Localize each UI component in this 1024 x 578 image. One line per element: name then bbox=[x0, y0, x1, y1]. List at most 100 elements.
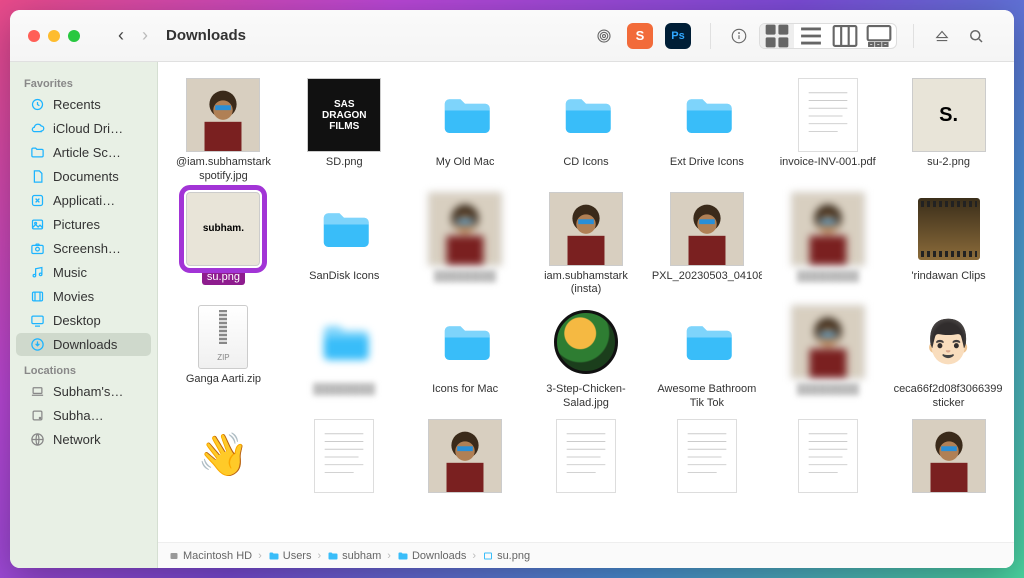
document-icon bbox=[314, 419, 374, 493]
fullscreen-window-button[interactable] bbox=[68, 30, 80, 42]
file-item[interactable]: Icons for Mac bbox=[406, 303, 525, 413]
document-icon bbox=[798, 78, 858, 152]
file-item[interactable] bbox=[647, 417, 766, 499]
path-label: Downloads bbox=[412, 550, 466, 562]
sidebar-item-applicati[interactable]: Applicati… bbox=[16, 189, 151, 212]
forward-button[interactable]: › bbox=[142, 25, 148, 46]
file-item[interactable]: invoice-INV-001.pdf bbox=[768, 76, 887, 186]
sidebar-item-subha[interactable]: Subha… bbox=[16, 404, 151, 427]
sidebar-item-network[interactable]: Network bbox=[16, 428, 151, 451]
path-label: Macintosh HD bbox=[183, 550, 252, 562]
file-name: ceca66f2d08f3066399…-sticker bbox=[894, 383, 1004, 411]
file-item[interactable]: 'rindawan Clips bbox=[889, 190, 1008, 300]
file-item[interactable] bbox=[285, 417, 404, 499]
image-thumb: 👋 bbox=[186, 419, 260, 493]
file-item[interactable]: S.su-2.png bbox=[889, 76, 1008, 186]
sidebar-item-label: Desktop bbox=[53, 313, 101, 328]
sidebar-item-iclouddri[interactable]: iCloud Dri… bbox=[16, 117, 151, 140]
file-name: PXL_20230503_04108900.jpg bbox=[652, 270, 762, 284]
path-segment[interactable]: Downloads bbox=[397, 550, 466, 562]
search-icon[interactable] bbox=[962, 24, 990, 48]
gallery-view-button[interactable] bbox=[862, 24, 896, 48]
image-thumb: subham. bbox=[186, 192, 260, 266]
file-grid: @iam.subhamstark spotify.jpgSAS DRAGON F… bbox=[158, 62, 1014, 542]
file-name: My Old Mac bbox=[436, 156, 495, 170]
sidebar-item-music[interactable]: Music bbox=[16, 261, 151, 284]
file-item[interactable]: ████████ bbox=[406, 190, 525, 300]
file-item[interactable] bbox=[406, 417, 525, 499]
folder-icon bbox=[549, 78, 623, 152]
file-item[interactable]: 3-Step-Chicken-Salad.jpg bbox=[527, 303, 646, 413]
app-icon-photoshop[interactable]: Ps bbox=[665, 23, 691, 49]
file-item[interactable]: CD Icons bbox=[527, 76, 646, 186]
window-title: Downloads bbox=[166, 27, 246, 44]
app-icon-s[interactable]: S bbox=[627, 23, 653, 49]
path-segment[interactable]: Users bbox=[268, 550, 312, 562]
image-thumb bbox=[428, 192, 502, 266]
airdrop-icon[interactable] bbox=[590, 24, 618, 48]
sidebar-item-movies[interactable]: Movies bbox=[16, 285, 151, 308]
file-item[interactable]: Ext Drive Icons bbox=[647, 76, 766, 186]
list-view-button[interactable] bbox=[794, 24, 828, 48]
sidebar-item-articlesc[interactable]: Article Sc… bbox=[16, 141, 151, 164]
file-item[interactable] bbox=[768, 417, 887, 499]
image-thumb bbox=[549, 192, 623, 266]
sidebar-item-label: Recents bbox=[53, 97, 101, 112]
document-icon bbox=[556, 419, 616, 493]
file-item[interactable] bbox=[527, 417, 646, 499]
path-segment[interactable]: subham bbox=[327, 550, 381, 562]
file-name: Awesome Bathroom Tik Tok bbox=[652, 383, 762, 411]
file-item[interactable]: My Old Mac bbox=[406, 76, 525, 186]
file-item[interactable]: PXL_20230503_04108900.jpg bbox=[647, 190, 766, 300]
path-segment[interactable]: Macintosh HD bbox=[168, 550, 252, 562]
folder-icon bbox=[307, 305, 381, 379]
info-button[interactable] bbox=[725, 24, 753, 48]
document-icon bbox=[798, 419, 858, 493]
traffic-lights bbox=[10, 30, 98, 42]
file-item[interactable]: ████████ bbox=[768, 190, 887, 300]
file-item[interactable]: ZIPGanga Aarti.zip bbox=[164, 303, 283, 413]
sidebar-item-desktop[interactable]: Desktop bbox=[16, 309, 151, 332]
file-item[interactable]: SAS DRAGON FILMSSD.png bbox=[285, 76, 404, 186]
image-thumb bbox=[428, 419, 502, 493]
close-window-button[interactable] bbox=[28, 30, 40, 42]
folder-icon bbox=[670, 78, 744, 152]
file-item[interactable]: iam.subhamstark (insta) bbox=[527, 190, 646, 300]
image-thumb bbox=[549, 305, 623, 379]
column-view-button[interactable] bbox=[828, 24, 862, 48]
sidebar-item-label: Music bbox=[53, 265, 87, 280]
sidebar-item-label: Downloads bbox=[53, 337, 117, 352]
folder-icon bbox=[670, 305, 744, 379]
sidebar-item-downloads[interactable]: Downloads bbox=[16, 333, 151, 356]
minimize-window-button[interactable] bbox=[48, 30, 60, 42]
file-item[interactable]: Awesome Bathroom Tik Tok bbox=[647, 303, 766, 413]
file-item[interactable] bbox=[889, 417, 1008, 499]
file-item[interactable]: 👨🏻ceca66f2d08f3066399…-sticker bbox=[889, 303, 1008, 413]
file-item[interactable]: subham.su.png bbox=[164, 190, 283, 300]
content-area: @iam.subhamstark spotify.jpgSAS DRAGON F… bbox=[158, 62, 1014, 568]
sidebar-header: Favorites bbox=[10, 70, 157, 92]
file-name: Ganga Aarti.zip bbox=[186, 373, 261, 387]
finder-window: ‹ › Downloads S Ps bbox=[10, 10, 1014, 568]
sidebar-item-screensh[interactable]: Screensh… bbox=[16, 237, 151, 260]
chevron-right-icon: › bbox=[258, 550, 262, 562]
file-item[interactable]: SanDisk Icons bbox=[285, 190, 404, 300]
file-item[interactable]: ████████ bbox=[768, 303, 887, 413]
eject-icon[interactable] bbox=[928, 24, 956, 48]
file-name: ████████ bbox=[797, 270, 859, 284]
sidebar-header: Locations bbox=[10, 357, 157, 379]
sidebar-item-subhams[interactable]: Subham's… bbox=[16, 380, 151, 403]
file-item[interactable]: ████████ bbox=[285, 303, 404, 413]
icon-view-button[interactable] bbox=[760, 24, 794, 48]
image-thumb bbox=[670, 192, 744, 266]
sidebar-item-documents[interactable]: Documents bbox=[16, 165, 151, 188]
sidebar-item-recents[interactable]: Recents bbox=[16, 93, 151, 116]
path-label: subham bbox=[342, 550, 381, 562]
sidebar-item-label: Documents bbox=[53, 169, 119, 184]
file-item[interactable]: @iam.subhamstark spotify.jpg bbox=[164, 76, 283, 186]
back-button[interactable]: ‹ bbox=[118, 25, 124, 46]
file-item[interactable]: 👋 bbox=[164, 417, 283, 499]
sidebar-item-pictures[interactable]: Pictures bbox=[16, 213, 151, 236]
path-segment[interactable]: su.png bbox=[482, 550, 530, 562]
file-name: @iam.subhamstark spotify.jpg bbox=[168, 156, 278, 184]
